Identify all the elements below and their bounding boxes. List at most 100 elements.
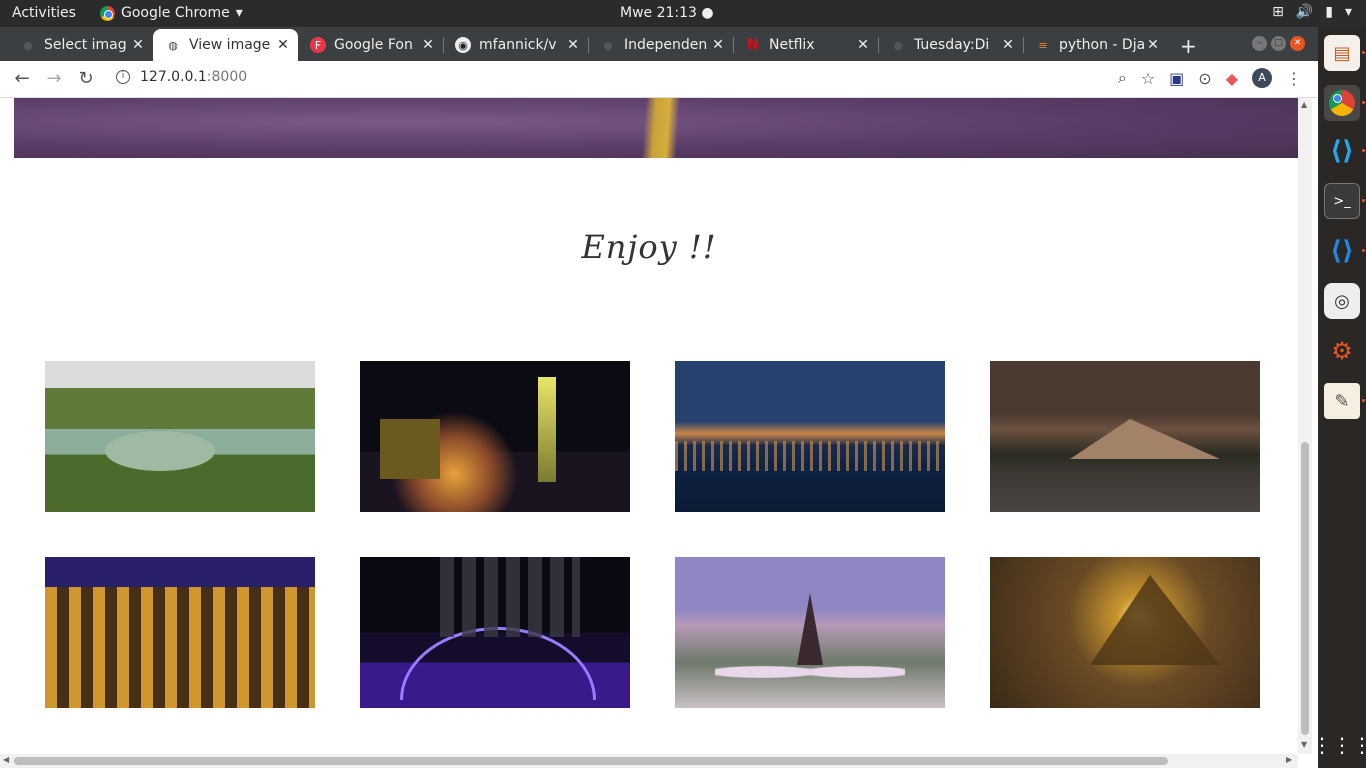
tab-select-image[interactable]: ● Select imag ✕ <box>8 29 153 61</box>
browser-toolbar: ← → ↻ i 127.0.0.1:8000 ⌕ ☆ ▣ ⊙ ◆ A ⋮ <box>0 61 1318 98</box>
scroll-up-icon[interactable]: ▲ <box>1301 100 1307 109</box>
address-bar[interactable]: i 127.0.0.1:8000 <box>116 69 247 85</box>
horizontal-scroll-thumb[interactable] <box>14 757 1168 765</box>
close-icon[interactable]: ✕ <box>564 37 582 53</box>
extension-icon[interactable]: ▣ <box>1169 69 1184 88</box>
tab-stackoverflow[interactable]: ≡ python - Dja ✕ <box>1023 29 1168 61</box>
tab-strip: ● Select imag ✕ ◍ View image ✕ F Google … <box>0 27 1318 61</box>
extension-icon[interactable]: ⊙ <box>1198 69 1211 88</box>
system-tray[interactable]: ⊞ 🔊 ▮ ▾ <box>1272 4 1352 20</box>
gallery-image-bridge-night[interactable] <box>360 557 630 708</box>
running-indicator <box>1362 101 1365 104</box>
scroll-down-icon[interactable]: ▼ <box>1301 740 1307 749</box>
vscode-insiders-icon[interactable]: ⟨⟩ <box>1324 233 1360 269</box>
new-tab-button[interactable]: + <box>1180 34 1197 58</box>
chrome-logo <box>1329 90 1355 116</box>
close-window-icon[interactable]: ✕ <box>1290 36 1305 51</box>
gallery-image-eiffel-tower[interactable] <box>675 557 945 708</box>
generic-icon: ● <box>603 38 613 52</box>
close-icon[interactable]: ✕ <box>854 37 872 53</box>
desktop: Activities Google Chrome ▾ Mwe 21:13 ● ⊞… <box>0 0 1366 768</box>
close-icon[interactable]: ✕ <box>274 37 292 53</box>
tab-title: Netflix <box>769 37 815 53</box>
forward-icon[interactable]: → <box>42 67 66 91</box>
close-icon[interactable]: ✕ <box>1144 37 1162 53</box>
tab-view-image[interactable]: ◍ View image ✕ <box>153 29 298 61</box>
speaker-app-icon[interactable]: ◎ <box>1324 283 1360 319</box>
generic-icon: ● <box>23 38 33 52</box>
tab-tuesday[interactable]: ● Tuesday:Di ✕ <box>878 29 1024 61</box>
tab-title: Select imag <box>44 37 127 53</box>
extension-icon[interactable]: ◆ <box>1226 69 1238 88</box>
show-applications-icon[interactable]: ⋮⋮⋮ <box>1312 727 1366 763</box>
running-indicator <box>1362 149 1365 152</box>
netflix-icon: N <box>747 37 759 53</box>
tab-title: View image <box>189 37 271 53</box>
scroll-right-icon[interactable]: ▶ <box>1286 755 1292 764</box>
page-heading: Enjoy !! <box>581 228 717 266</box>
clock-label: Mwe 21:13 <box>620 5 697 21</box>
gallery-image-colosseum[interactable] <box>45 557 315 708</box>
zoom-icon[interactable]: ⌕ <box>1118 68 1127 88</box>
tab-title: Independen <box>624 37 708 53</box>
generic-icon: ● <box>893 38 903 52</box>
volume-icon: 🔊 <box>1295 4 1314 20</box>
tab-title: python - Dja <box>1059 37 1144 53</box>
running-indicator <box>1362 51 1365 54</box>
github-icon: ◉ <box>455 37 471 53</box>
battery-icon: ▮ <box>1325 4 1333 20</box>
chrome-icon <box>100 5 115 21</box>
ubuntu-top-bar: Activities Google Chrome ▾ Mwe 21:13 ● ⊞… <box>0 0 1366 27</box>
app-menu[interactable]: Google Chrome ▾ <box>100 5 243 21</box>
clock[interactable]: Mwe 21:13 ● <box>620 5 714 21</box>
close-icon[interactable]: ✕ <box>999 37 1017 53</box>
running-indicator <box>1362 249 1365 252</box>
gallery-image-city-night[interactable] <box>360 361 630 512</box>
terminal-icon[interactable]: >_ <box>1324 183 1360 219</box>
info-icon[interactable]: i <box>116 70 130 84</box>
notification-dot-icon: ● <box>701 5 714 21</box>
files-icon[interactable]: ▤ <box>1324 35 1360 71</box>
gallery-image-pyramids[interactable] <box>990 557 1260 708</box>
maximize-icon[interactable]: □ <box>1271 36 1286 51</box>
close-icon[interactable]: ✕ <box>129 37 147 53</box>
scroll-left-icon[interactable]: ◀ <box>3 755 9 764</box>
minimize-icon[interactable]: – <box>1252 36 1267 51</box>
chevron-down-icon: ▾ <box>235 5 243 21</box>
gallery-image-mountain-lake[interactable] <box>990 361 1260 512</box>
tab-title: mfannick/v <box>479 37 557 53</box>
menu-kebab-icon[interactable]: ⋮ <box>1286 69 1302 88</box>
gallery-image-coastal[interactable] <box>45 361 315 512</box>
url-host: 127.0.0.1 <box>140 69 207 85</box>
vscode-icon[interactable]: ⟨⟩ <box>1324 133 1360 169</box>
page-content: Enjoy !! <box>0 98 1298 754</box>
avatar[interactable]: A <box>1252 68 1272 88</box>
reload-icon[interactable]: ↻ <box>74 67 98 91</box>
horizontal-scrollbar[interactable]: ◀ ▶ <box>0 754 1298 768</box>
ubuntu-dock: ▤ ⟨⟩ >_ ⟨⟩ ◎ ⚙ ✎ ⋮⋮⋮ <box>1312 27 1366 768</box>
vertical-scrollbar[interactable]: ▲ ▼ <box>1298 98 1312 754</box>
chevron-down-icon: ▾ <box>1344 4 1352 20</box>
text-editor-icon[interactable]: ✎ <box>1324 383 1360 419</box>
url-text: 127.0.0.1:8000 <box>140 69 247 85</box>
back-icon[interactable]: ← <box>10 67 34 91</box>
chrome-icon[interactable] <box>1324 85 1360 121</box>
close-icon[interactable]: ✕ <box>419 37 437 53</box>
settings-icon[interactable]: ⚙ <box>1324 333 1360 369</box>
activities-button[interactable]: Activities <box>12 5 76 21</box>
close-icon[interactable]: ✕ <box>709 37 727 53</box>
window-controls: – □ ✕ <box>1252 36 1305 51</box>
tab-google-fonts[interactable]: F Google Fon ✕ <box>298 29 444 61</box>
vertical-scroll-thumb[interactable] <box>1301 442 1309 735</box>
app-menu-label: Google Chrome <box>121 5 230 21</box>
tab-title: Google Fon <box>334 37 413 53</box>
tab-independent[interactable]: ● Independen ✕ <box>588 29 734 61</box>
bookmark-star-icon[interactable]: ☆ <box>1141 69 1155 88</box>
tab-netflix[interactable]: N Netflix ✕ <box>733 29 879 61</box>
globe-icon: ◍ <box>168 38 178 52</box>
tab-github[interactable]: ◉ mfannick/v ✕ <box>443 29 589 61</box>
network-icon: ⊞ <box>1272 4 1284 20</box>
files-glyph: ▤ <box>1333 42 1351 64</box>
tab-title: Tuesday:Di <box>914 37 990 53</box>
gallery-image-harbor-sunset[interactable] <box>675 361 945 512</box>
